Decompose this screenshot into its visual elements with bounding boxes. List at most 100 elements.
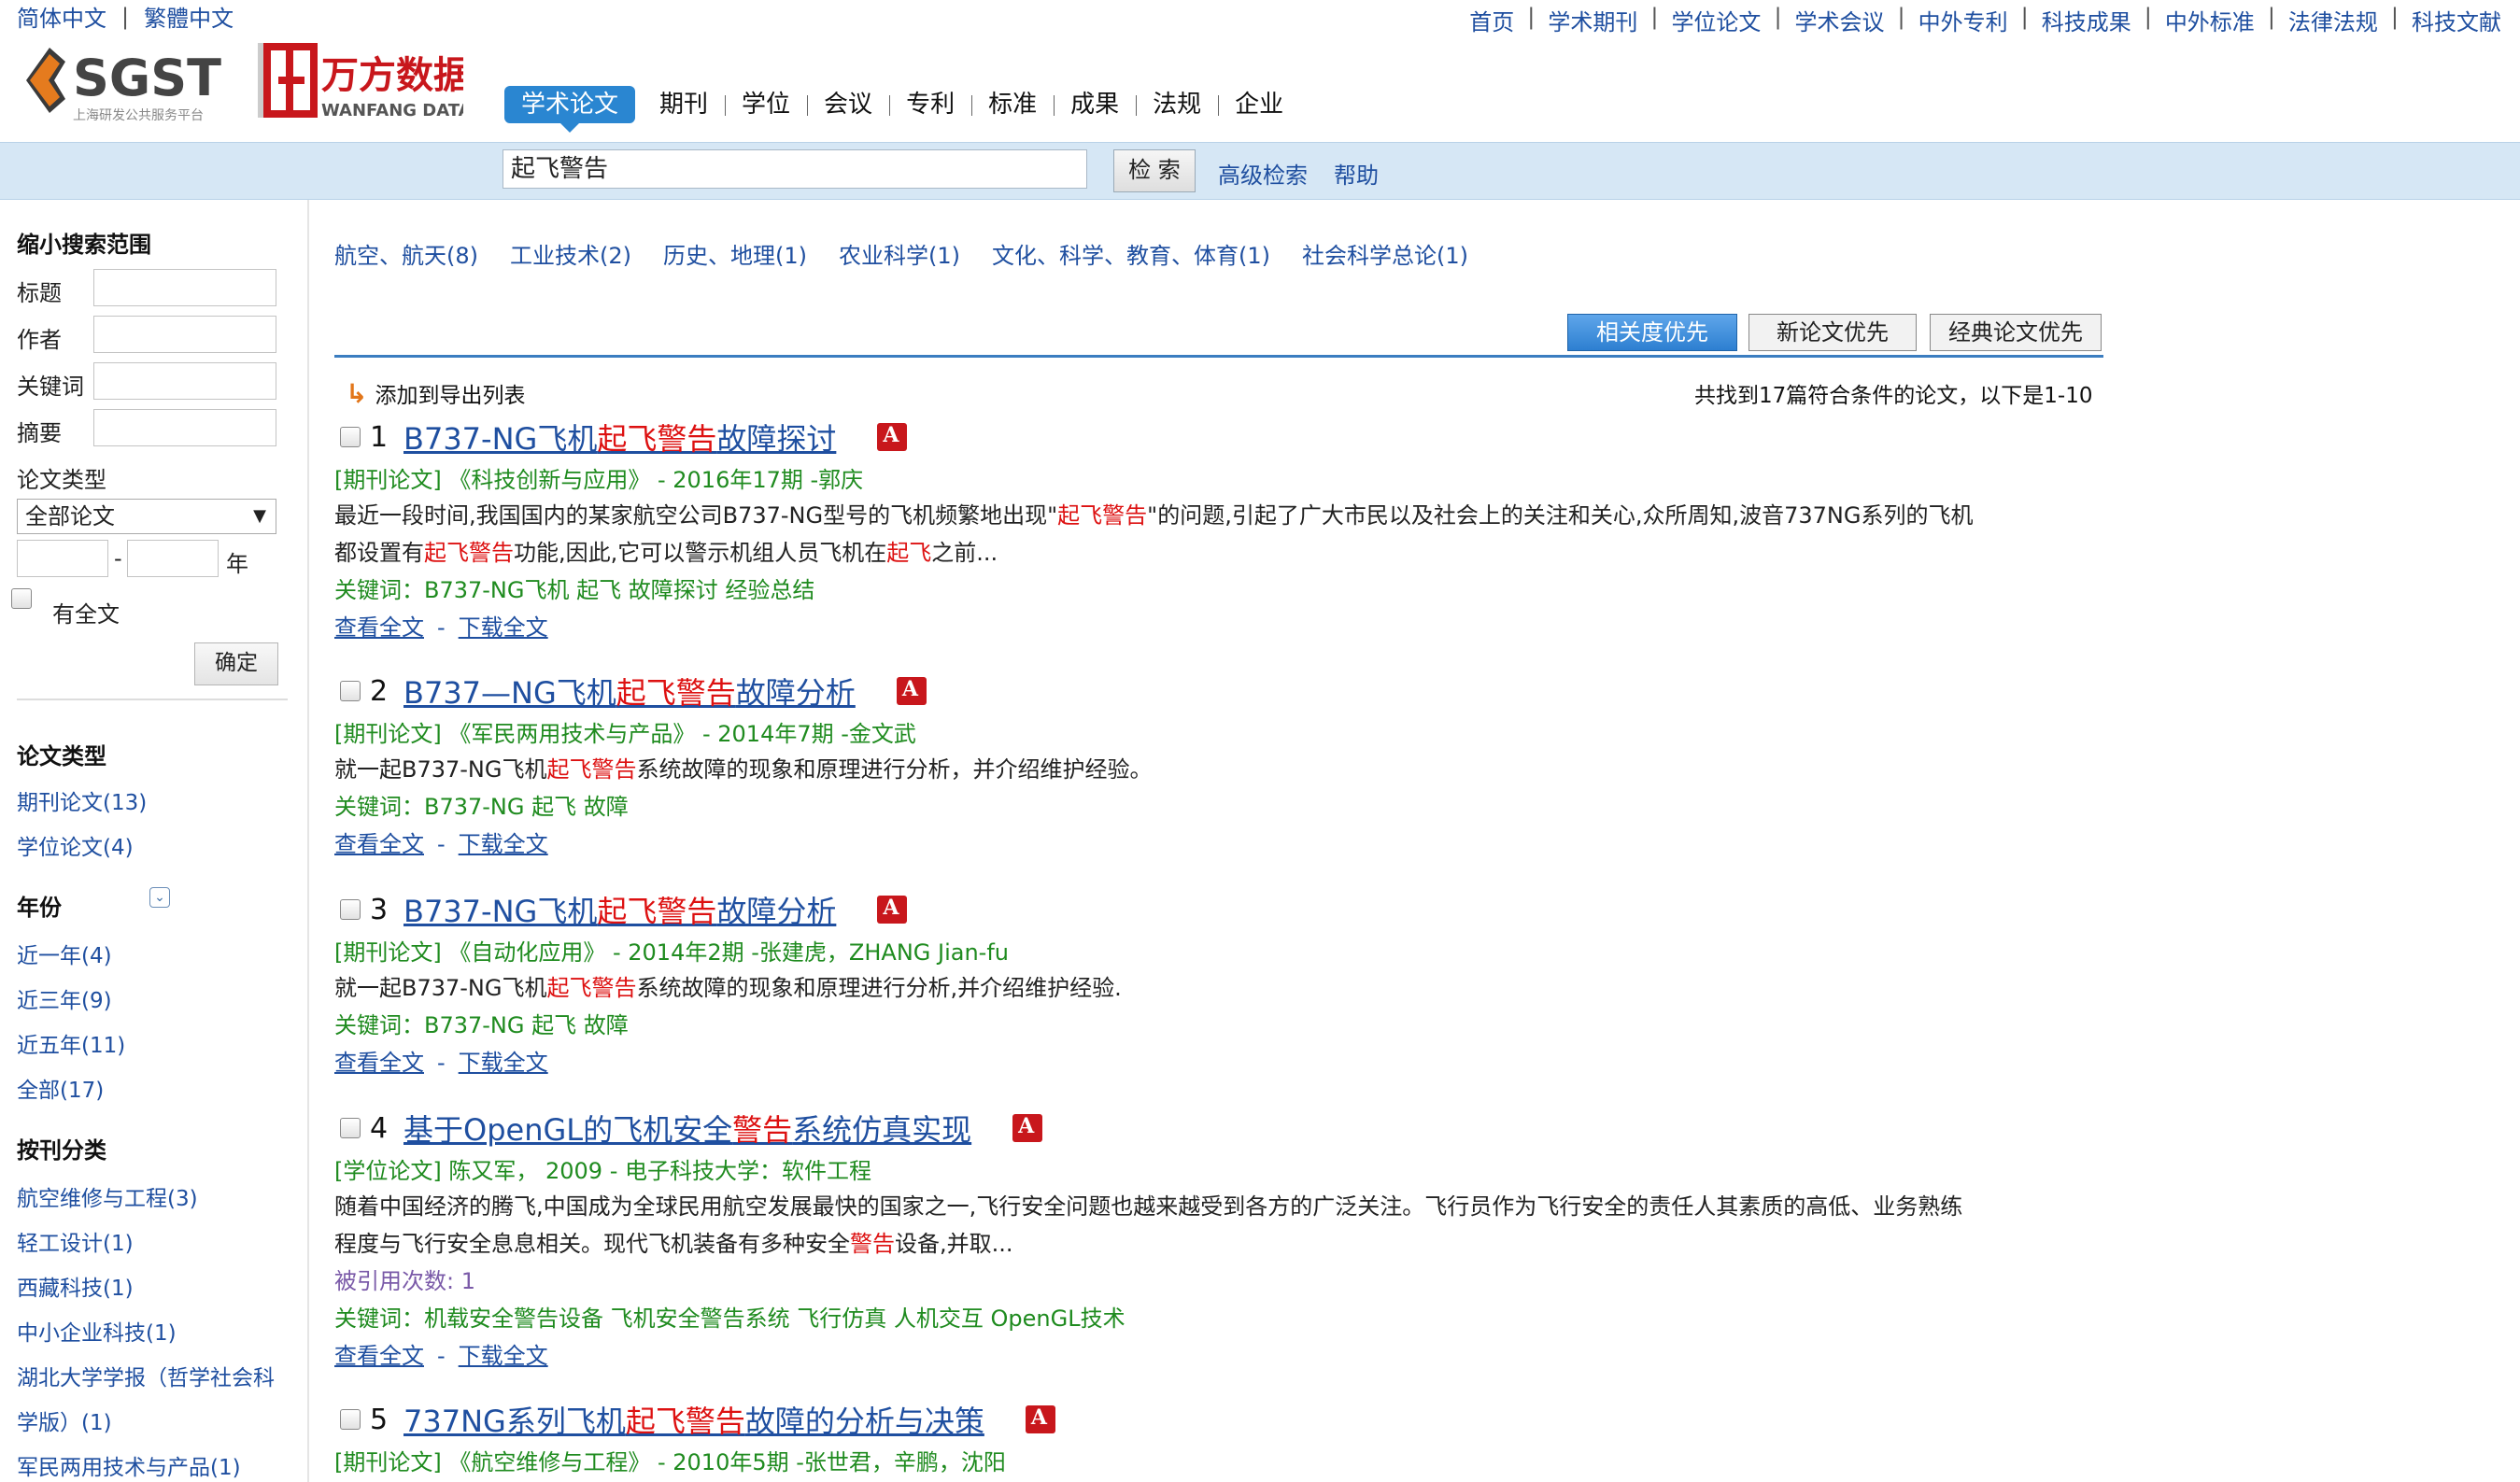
download-fulltext-link[interactable]: 下载全文: [459, 1050, 548, 1076]
category-link[interactable]: 文化、科学、教育、体育(1): [992, 237, 1270, 270]
sort-relevance-button[interactable]: 相关度优先: [1567, 314, 1737, 351]
result-checkbox[interactable]: [340, 1409, 361, 1430]
confirm-button[interactable]: 确定: [194, 642, 278, 685]
field-label-keyword: 关键词: [17, 374, 84, 400]
title-field[interactable]: [93, 269, 276, 306]
top-link-patents[interactable]: 中外专利: [1918, 4, 2008, 36]
pdf-icon[interactable]: [896, 677, 927, 705]
help-link[interactable]: 帮助: [1334, 157, 1379, 190]
view-fulltext-link[interactable]: 查看全文: [334, 831, 424, 857]
keyword-field[interactable]: [93, 362, 276, 400]
journal-cat-item[interactable]: 轻工设计(1): [17, 1225, 134, 1257]
journal-cat-item[interactable]: 西藏科技(1): [17, 1270, 134, 1302]
result-actions: 查看全文 - 下载全文: [334, 1343, 548, 1369]
category-link[interactable]: 航空、航天(8): [334, 237, 478, 270]
result-checkbox[interactable]: [340, 1118, 361, 1138]
pdf-icon[interactable]: [877, 896, 908, 924]
filter-year-5[interactable]: 近五年(11): [17, 1027, 125, 1059]
top-link-literature[interactable]: 科技文献: [2412, 4, 2501, 36]
sort-newest-button[interactable]: 新论文优先: [1748, 314, 1917, 351]
result-item: 2 B737—NG飞机起飞警告故障分析 [期刊论文] 《军民两用技术与产品》 -…: [334, 670, 2109, 863]
result-title-link[interactable]: 基于OpenGL的飞机安全警告系统仿真实现: [403, 1107, 971, 1150]
result-checkbox[interactable]: [340, 899, 361, 920]
fulltext-checkbox[interactable]: [11, 588, 32, 609]
filter-year-3[interactable]: 近三年(9): [17, 982, 112, 1014]
year-to-field[interactable]: [127, 540, 219, 577]
result-keywords: 关键词：B737-NG飞机 起飞 故障探讨 经验总结: [334, 577, 815, 603]
year-from-field[interactable]: [17, 540, 108, 577]
year-heading: 年份: [17, 895, 62, 921]
category-link[interactable]: 历史、地理(1): [663, 237, 807, 270]
result-keywords: 关键词：B737-NG 起飞 故障: [334, 1012, 629, 1038]
result-title-link[interactable]: B737—NG飞机起飞警告故障分析: [403, 670, 856, 713]
export-list-action[interactable]: ↳ 添加到导出列表: [346, 377, 525, 409]
pdf-icon[interactable]: [1025, 1405, 1055, 1433]
journal-cat-item-cont[interactable]: 学版）(1): [17, 1404, 112, 1436]
lang-simplified-link[interactable]: 简体中文: [17, 0, 106, 33]
view-fulltext-link[interactable]: 查看全文: [334, 1343, 424, 1369]
lang-traditional-link[interactable]: 繁體中文: [144, 0, 234, 33]
collapse-icon[interactable]: ⌄: [149, 887, 170, 908]
filter-year-1[interactable]: 近一年(4): [17, 938, 112, 969]
download-fulltext-link[interactable]: 下载全文: [459, 614, 548, 641]
wanfang-logo-text: 万方数据: [321, 54, 463, 97]
result-meta: [学位论文] 陈又军， 2009 - 电子科技大学：软件工程: [334, 1158, 871, 1184]
tab-patents[interactable]: 专利: [889, 86, 971, 123]
result-title-link[interactable]: B737-NG飞机起飞警告故障探讨: [403, 416, 836, 459]
category-link[interactable]: 农业科学(1): [839, 237, 960, 270]
journal-cat-item[interactable]: 军民两用技术与产品(1): [17, 1449, 241, 1481]
tab-laws[interactable]: 法规: [1136, 86, 1218, 123]
advanced-search-link[interactable]: 高级检索: [1218, 157, 1308, 190]
view-fulltext-link[interactable]: 查看全文: [334, 614, 424, 641]
result-checkbox[interactable]: [340, 681, 361, 701]
view-fulltext-link[interactable]: 查看全文: [334, 1050, 424, 1076]
top-link-journals[interactable]: 学术期刊: [1548, 4, 1637, 36]
tab-enterprise[interactable]: 企业: [1218, 86, 1300, 123]
tab-academic-papers[interactable]: 学术论文: [504, 86, 636, 133]
top-link-conference[interactable]: 学术会议: [1795, 4, 1885, 36]
result-count: 共找到17篇符合条件的论文，以下是1-10: [1694, 384, 2093, 408]
sgst-logo[interactable]: SGST 上海研发公共服务平台: [17, 34, 232, 127]
tab-journals[interactable]: 期刊: [643, 86, 725, 123]
journal-category-heading: 按刊分类: [17, 1137, 106, 1164]
paper-type-select[interactable]: 全部论文 ▼: [17, 499, 276, 534]
download-fulltext-link[interactable]: 下载全文: [459, 831, 548, 857]
result-abstract: 最近一段时间,我国国内的某家航空公司B737-NG型号的飞机频繁地出现"起飞警告…: [334, 502, 1974, 566]
result-title-link[interactable]: B737-NG飞机起飞警告故障分析: [403, 888, 836, 931]
search-button[interactable]: 检 索: [1113, 149, 1196, 192]
tab-degree[interactable]: 学位: [725, 86, 807, 123]
result-number: 4: [370, 1111, 389, 1145]
sgst-logo-subtitle: 上海研发公共服务平台: [73, 108, 204, 123]
category-link[interactable]: 工业技术(2): [510, 237, 631, 270]
search-input[interactable]: 起飞警告: [503, 149, 1087, 189]
journal-cat-item[interactable]: 湖北大学学报（哲学社会科: [17, 1360, 275, 1391]
tab-standards[interactable]: 标准: [971, 86, 1054, 123]
download-fulltext-link[interactable]: 下载全文: [459, 1343, 548, 1369]
pdf-icon[interactable]: [1012, 1114, 1043, 1142]
result-checkbox[interactable]: [340, 427, 361, 447]
result-number: 5: [370, 1403, 389, 1436]
top-link-standards[interactable]: 中外标准: [2165, 4, 2255, 36]
result-number: 3: [370, 893, 389, 926]
category-link[interactable]: 社会科学总论(1): [1302, 237, 1468, 270]
filter-year-all[interactable]: 全部(17): [17, 1072, 104, 1104]
filter-journal-papers[interactable]: 期刊论文(13): [17, 784, 147, 816]
result-item: 4 基于OpenGL的飞机安全警告系统仿真实现 [学位论文] 陈又军， 2009…: [334, 1108, 2109, 1375]
filter-degree-papers[interactable]: 学位论文(4): [17, 829, 134, 861]
abstract-field[interactable]: [93, 409, 276, 446]
pdf-icon[interactable]: [877, 423, 908, 451]
result-title-link[interactable]: 737NG系列飞机起飞警告故障的分析与决策: [403, 1398, 984, 1441]
wanfang-logo[interactable]: 万方数据 WANFANG DATA: [258, 41, 472, 125]
top-link-achievements[interactable]: 科技成果: [2042, 4, 2131, 36]
tab-conference[interactable]: 会议: [807, 86, 889, 123]
journal-cat-item[interactable]: 中小企业科技(1): [17, 1315, 177, 1347]
result-meta: [期刊论文] 《自动化应用》 - 2014年2期 -张建虎，ZHANG Jian…: [334, 939, 1009, 966]
top-link-home[interactable]: 首页: [1469, 4, 1514, 36]
tab-achievements[interactable]: 成果: [1054, 86, 1136, 123]
sort-classic-button[interactable]: 经典论文优先: [1930, 314, 2102, 351]
top-link-degree[interactable]: 学位论文: [1671, 4, 1761, 36]
journal-cat-item[interactable]: 航空维修与工程(3): [17, 1180, 198, 1212]
top-link-laws[interactable]: 法律法规: [2288, 4, 2378, 36]
field-label-author: 作者: [17, 327, 62, 353]
author-field[interactable]: [93, 316, 276, 353]
